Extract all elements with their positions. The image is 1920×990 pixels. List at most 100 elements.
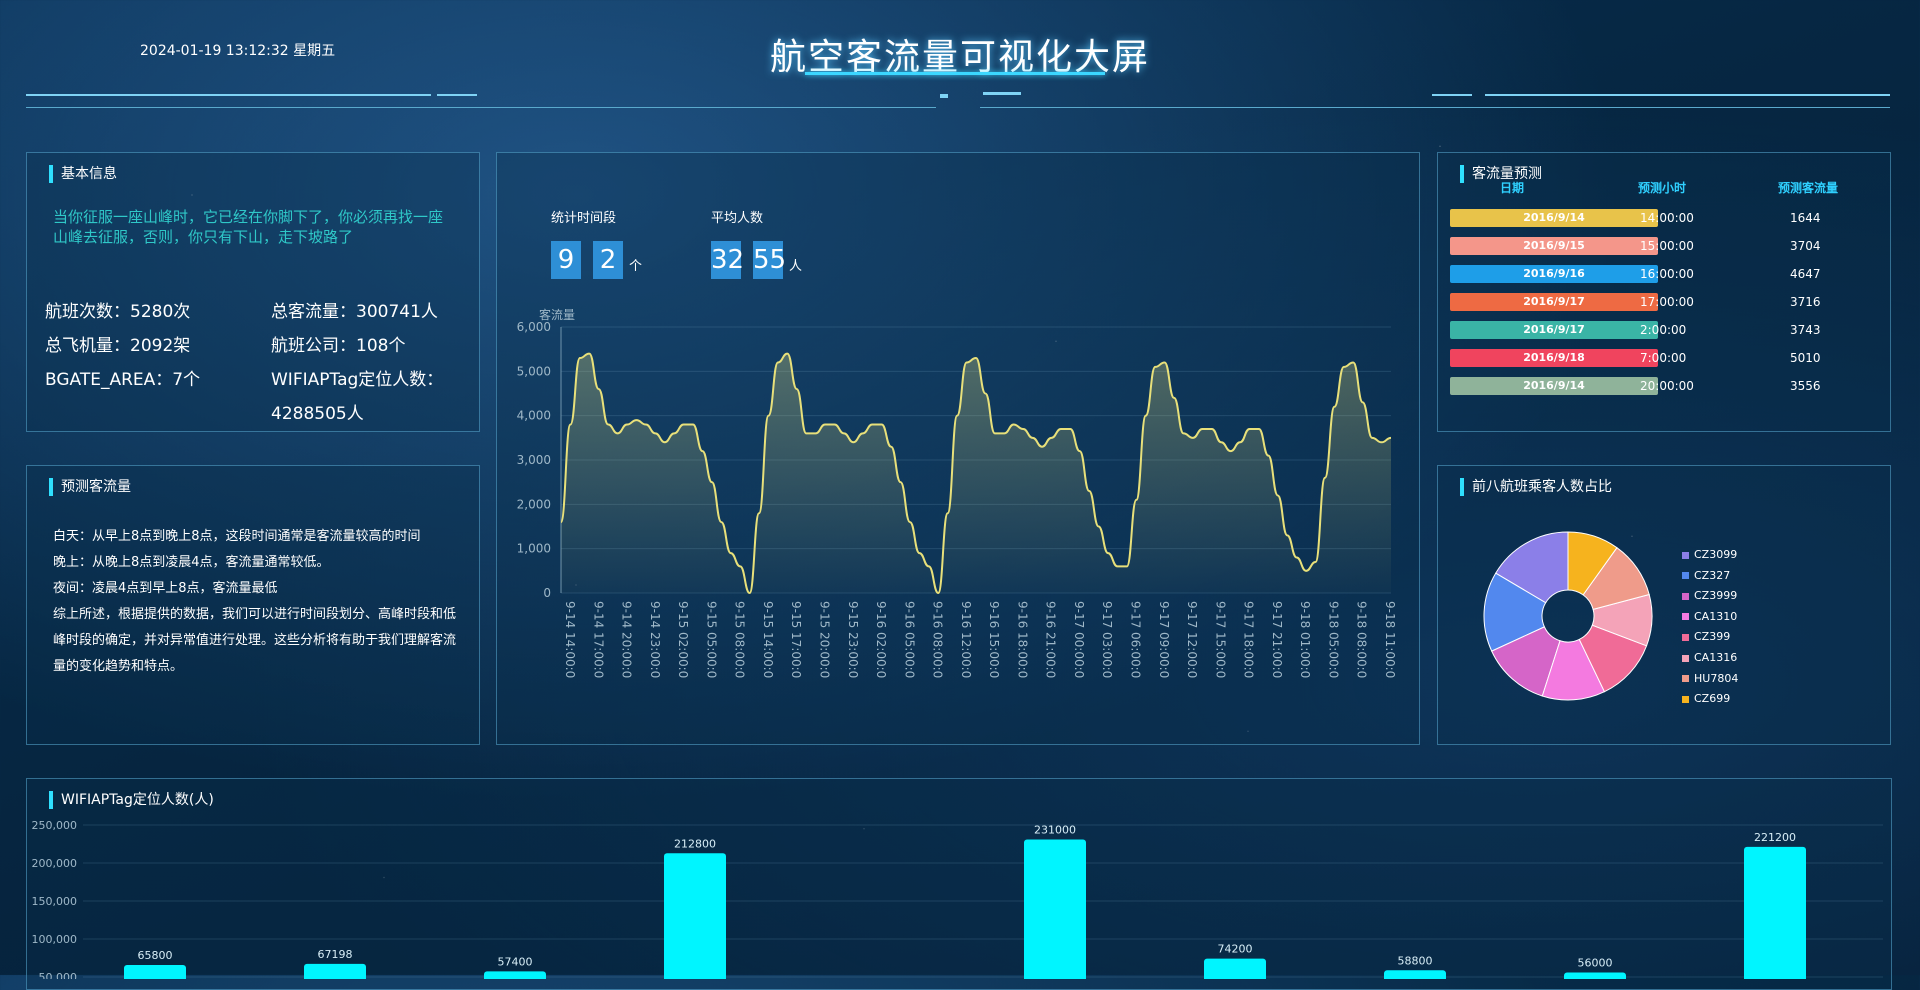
x-tick-label: 9-14 14:00:0 [563,601,577,678]
y-tick-label: 50,000 [39,971,78,979]
bar-value-label: 58800 [1398,954,1433,967]
pie-legend-item[interactable]: CZ399 [1682,630,1730,643]
bar-value-label: 65800 [138,949,173,962]
forecast-date-pill: 2016/9/14 [1450,209,1658,227]
period-digit: 2 [593,241,623,279]
header-divider [983,92,1021,95]
y-tick-label: 3,000 [517,453,551,467]
legend-swatch [1682,654,1689,662]
x-tick-label: 9-17 06:00:0 [1129,601,1143,678]
forecast-date-pill: 2016/9/15 [1450,237,1658,255]
header-divider [980,107,1890,108]
header-hour: 预测小时 [1638,181,1687,195]
x-tick-label: 9-15 05:00:0 [704,601,718,678]
predict-flow-title: 预测客流量 [49,478,131,496]
pie-legend-item[interactable]: CA1316 [1682,651,1737,664]
basic-info-title: 基本信息 [49,165,117,183]
forecast-hour: 7:00:00 [1640,351,1687,365]
forecast-date-pill: 2016/9/14 [1450,377,1658,395]
line-area [561,353,1391,593]
x-tick-label: 9-14 20:00:0 [620,601,634,678]
forecast-flow: 3704 [1790,239,1821,253]
flow-line-panel: 统计时间段 9 2 个 平均人数 32 55 人 客流量 6,000 5,000 4,… [496,152,1420,745]
forecast-flow: 3743 [1790,323,1821,337]
x-tick-label: 9-17 18:00:0 [1242,601,1256,678]
forecast-date-pill: 2016/9/17 [1450,293,1658,311]
wifi-bar-title: WIFIAPTag定位人数(人) [49,791,214,809]
x-tick-label: 9-17 09:00:0 [1157,601,1171,678]
pie-legend-item[interactable]: CZ3099 [1682,548,1737,561]
legend-label: CA1310 [1694,609,1738,623]
legend-swatch [1682,633,1689,641]
legend-swatch [1682,551,1689,559]
bar-value-label: 56000 [1578,956,1613,969]
y-tick-label: 250,000 [32,819,78,832]
bar-value-label: 67198 [318,948,353,961]
pie-panel: 前八航班乘客人数占比 CZ3099 CZ327 CZ3999 CA1310 CZ399 C… [1437,465,1891,745]
period-digit: 9 [551,241,581,279]
pie-legend-item[interactable]: CZ699 [1682,692,1730,705]
legend-swatch [1682,592,1689,600]
y-tick-label: 150,000 [32,895,78,908]
flights-count: 航班次数：5280次 [45,302,191,322]
planes-count: 总飞机量：2092架 [45,336,191,356]
x-tick-label: 9-17 12:00:0 [1185,601,1199,678]
header-divider [940,94,948,98]
x-tick-label: 9-16 21:00:0 [1044,601,1058,678]
x-tick-label: 9-15 14:00:0 [761,601,775,678]
wifi-bar-panel: WIFIAPTag定位人数(人) 250,000 200,000 150,000 10… [26,778,1892,990]
x-tick-label: 9-15 20:00:0 [817,601,831,678]
predict-flow-panel: 预测客流量 白天：从早上8点到晚上8点，这段时间通常是客流量较高的时间 晚上：从… [26,465,480,745]
bar-value-label: 231000 [1034,823,1076,836]
x-tick-label: 9-17 15:00:0 [1213,601,1227,678]
bar [1564,972,1626,979]
x-tick-label: 9-14 17:00:0 [591,601,605,678]
bar-value-label: 221200 [1754,831,1796,844]
forecast-date-pill: 2016/9/18 [1450,349,1658,367]
title-underline [805,72,1105,75]
legend-swatch [1682,613,1689,621]
basic-info-panel: 基本信息 当你征服一座山峰时，它已经在你脚下了，你必须再找一座山峰去征服，否则，… [26,152,480,432]
legend-label: CZ399 [1694,630,1731,644]
wifi-bar-chart: 250,000 200,000 150,000 100,000 50,000 65800 6… [32,819,1883,979]
bar [1744,846,1806,979]
x-tick-label: 9-15 02:00:0 [676,601,690,678]
pie-legend-item[interactable]: CA1310 [1682,610,1737,623]
wifi-label: WIFIAPTag定位人数： [271,370,444,390]
bgate-area: BGATE_AREA：7个 [45,370,201,390]
forecast-flow: 1644 [1790,211,1821,225]
x-tick-label: 9-18 11:00:0 [1383,601,1397,678]
x-tick-label: 9-17 21:00:0 [1270,601,1284,678]
pie-legend-item[interactable]: HU7804 [1682,672,1738,685]
header-divider [26,107,936,108]
forecast-date-pill: 2016/9/17 [1450,321,1658,339]
forecast-flow: 4647 [1790,267,1821,281]
header-divider [437,94,477,96]
bar [124,964,186,979]
legend-label: HU7804 [1694,671,1739,685]
forecast-flow: 3556 [1790,379,1821,393]
airlines-count: 航班公司：108个 [271,336,406,356]
pie-legend-item[interactable]: CZ327 [1682,569,1730,582]
y-tick-label: 6,000 [517,320,551,334]
legend-label: CA1316 [1694,651,1738,664]
avg-label: 平均人数 [711,211,764,226]
header-flow: 预测客流量 [1778,181,1839,195]
x-tick-label: 9-16 05:00:0 [902,601,916,678]
x-tick-label: 9-18 01:00:0 [1298,601,1312,678]
legend-label: CZ3099 [1694,548,1738,561]
x-tick-label: 9-15 08:00:0 [733,601,747,678]
forecast-hour: 14:00:00 [1640,211,1694,225]
header-divider [1432,94,1472,96]
pie-title: 前八航班乘客人数占比 [1460,478,1612,496]
avg-unit: 人 [789,259,803,274]
pie-legend-item[interactable]: CZ3999 [1682,589,1737,602]
forecast-date-pill: 2016/9/16 [1450,265,1658,283]
x-tick-label: 9-15 17:00:0 [789,601,803,678]
motto-quote: 当你征服一座山峰时，它已经在你脚下了，你必须再找一座山峰去征服，否则，你只有下山… [53,208,444,246]
y-tick-label: 200,000 [32,857,78,870]
legend-swatch [1682,695,1689,703]
y-tick-label: 2,000 [517,497,551,511]
y-tick-label: 100,000 [32,933,78,946]
x-tick-label: 9-16 15:00:0 [987,601,1001,678]
